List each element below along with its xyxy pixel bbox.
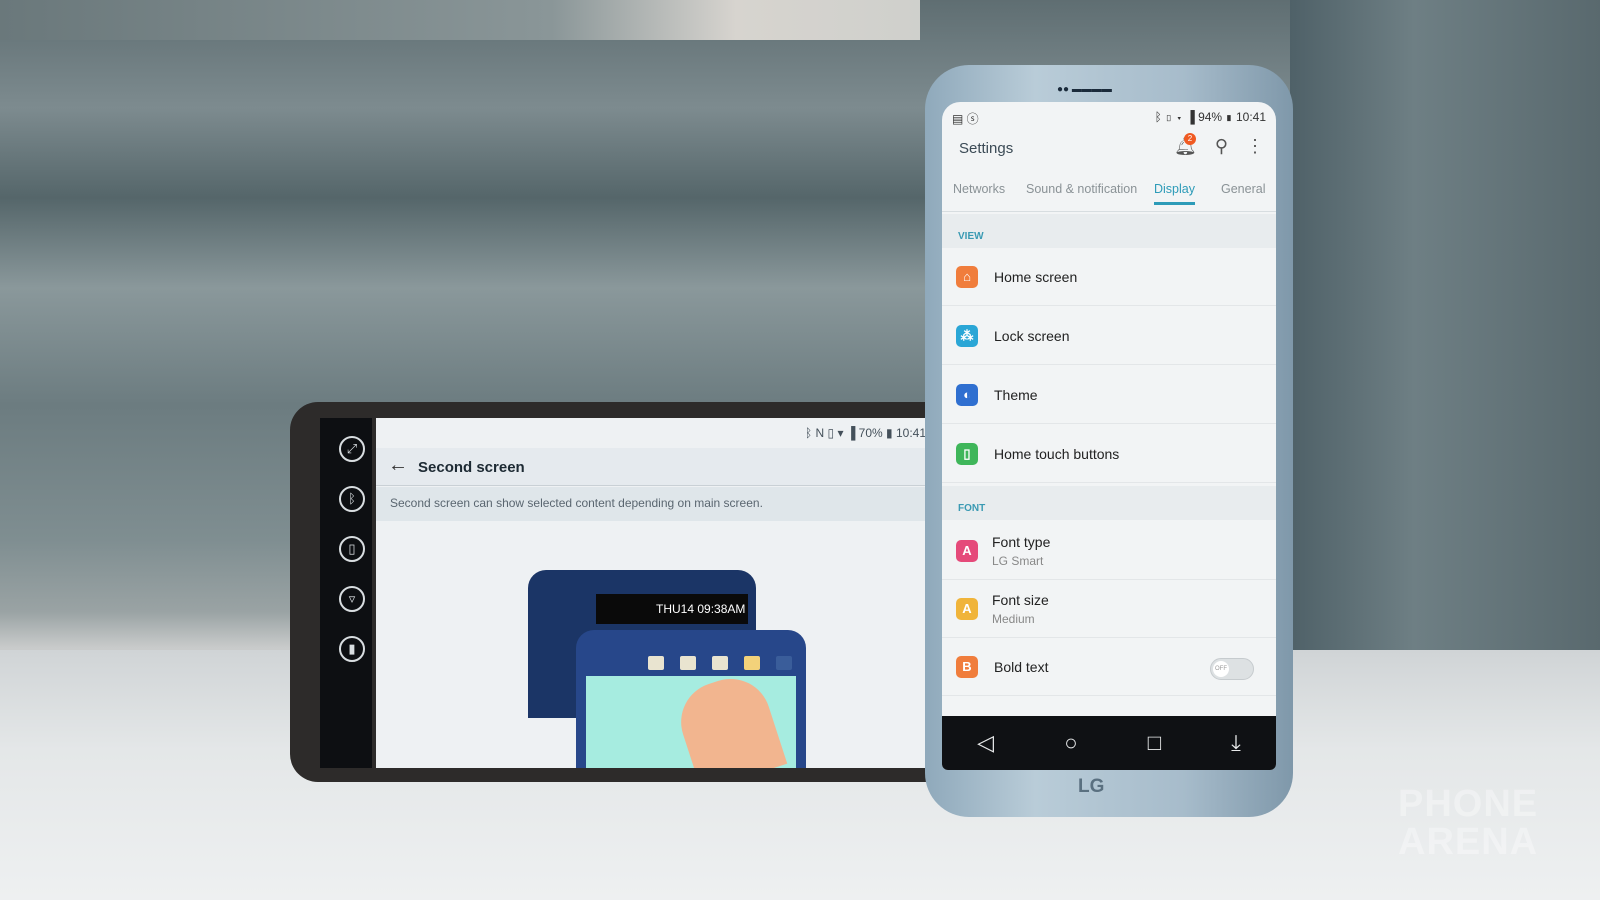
font-size-icon: A: [956, 598, 978, 620]
notification-badge: 2: [1183, 133, 1196, 145]
illustration-icon: [680, 656, 696, 670]
app-bar: ← Second screen: [376, 448, 936, 486]
section-header-view: VIEW: [942, 214, 1276, 248]
list-item-bold-text[interactable]: B Bold text OFF: [942, 638, 1276, 696]
tab-general[interactable]: General: [1221, 182, 1265, 196]
item-label: Font type: [992, 534, 1051, 550]
list-item-font-type[interactable]: A Font type LG Smart: [942, 522, 1276, 580]
status-bar: ▤ ⓢ ᛒ ▯ ▾ ▐ 94% ▮ 10:41: [952, 110, 1266, 126]
notification-pull-icon[interactable]: ⤓: [1231, 730, 1241, 756]
list-item-home-screen[interactable]: ⌂ Home screen: [942, 248, 1276, 306]
clock: 10:41: [1235, 110, 1266, 124]
wifi-icon[interactable]: ▿: [339, 586, 365, 612]
right-screen: ▤ ⓢ ᛒ ▯ ▾ ▐ 94% ▮ 10:41 Settings 🔔︎ 2 ⚲ ⋮…: [942, 102, 1276, 770]
flashlight-icon[interactable]: ▯: [339, 536, 365, 562]
tab-sound-notification[interactable]: Sound & notification: [1026, 182, 1137, 196]
list-item-home-touch-buttons[interactable]: ▯ Home touch buttons: [942, 425, 1276, 483]
item-label: Bold text: [994, 659, 1049, 675]
list-item-theme[interactable]: ◐ Theme: [942, 366, 1276, 424]
back-icon[interactable]: ◁: [977, 730, 994, 756]
back-arrow-icon[interactable]: ←: [388, 454, 408, 477]
battery-level: 94%: [1198, 110, 1223, 124]
message-icon: ▤ ⓢ: [952, 112, 979, 126]
item-value: Medium: [992, 612, 1035, 626]
font-type-icon: A: [956, 540, 978, 562]
list-item-font-size[interactable]: A Font size Medium: [942, 580, 1276, 638]
recents-icon[interactable]: □: [1148, 730, 1161, 756]
item-value: LG Smart: [992, 554, 1044, 568]
item-label: Theme: [994, 387, 1038, 403]
illustration-clock: THU14 09:38AM: [596, 594, 748, 624]
item-label: Font size: [992, 592, 1049, 608]
tab-networks[interactable]: Networks: [953, 182, 1005, 196]
watermark: PHONE ARENA: [1398, 783, 1539, 863]
item-label: Home screen: [994, 269, 1078, 285]
bold-icon: B: [956, 656, 978, 678]
left-screen: ᛒ N ▯ ▾ ▐ 70% ▮ 10:41 ← Second screen Se…: [376, 418, 936, 768]
bluetooth-icon[interactable]: ᛒ: [339, 486, 365, 512]
clock: 10:41: [895, 426, 926, 440]
more-options-icon[interactable]: ⋮: [1246, 136, 1264, 157]
battery-level: 70%: [858, 426, 883, 440]
status-bar: ᛒ N ▯ ▾ ▐ 70% ▮ 10:41: [804, 426, 926, 440]
illustration-icon: [744, 656, 760, 670]
navigation-bar: ◁ ○ □ ⤓: [942, 716, 1276, 770]
illustration-icon: [648, 656, 664, 670]
page-title: Settings: [959, 140, 1014, 157]
page-title: Second screen: [418, 459, 525, 476]
phone-icon: ▯: [956, 443, 978, 465]
bold-text-toggle[interactable]: OFF: [1210, 658, 1254, 680]
illustration-icon: [712, 656, 728, 670]
vibrate-icon[interactable]: ▮: [339, 636, 365, 662]
gear-icon: [776, 656, 792, 670]
lock-screen-icon: ⁂: [956, 325, 978, 347]
description: Second screen can show selected content …: [376, 487, 936, 521]
home-icon: ⌂: [956, 266, 978, 288]
section-header-font: FONT: [942, 486, 1276, 520]
background-wall: [0, 0, 920, 40]
palette-icon: ◐: [956, 384, 978, 406]
toggle-state: OFF: [1213, 661, 1229, 677]
camera-icon: ●● ▬▬▬▬: [1057, 84, 1112, 95]
brand-logo: LG: [1078, 776, 1105, 797]
tab-display[interactable]: Display: [1154, 182, 1195, 205]
capture-icon[interactable]: ⤢: [339, 436, 365, 462]
tab-bar: Networks Sound & notification Display Ge…: [942, 180, 1276, 212]
item-label: Home touch buttons: [994, 446, 1120, 462]
home-button-icon[interactable]: ○: [1064, 730, 1077, 756]
search-icon[interactable]: ⚲: [1215, 136, 1228, 157]
list-item-lock-screen[interactable]: ⁂ Lock screen: [942, 307, 1276, 365]
notification-bell-icon[interactable]: 🔔︎ 2: [1174, 133, 1197, 157]
item-label: Lock screen: [994, 328, 1070, 344]
